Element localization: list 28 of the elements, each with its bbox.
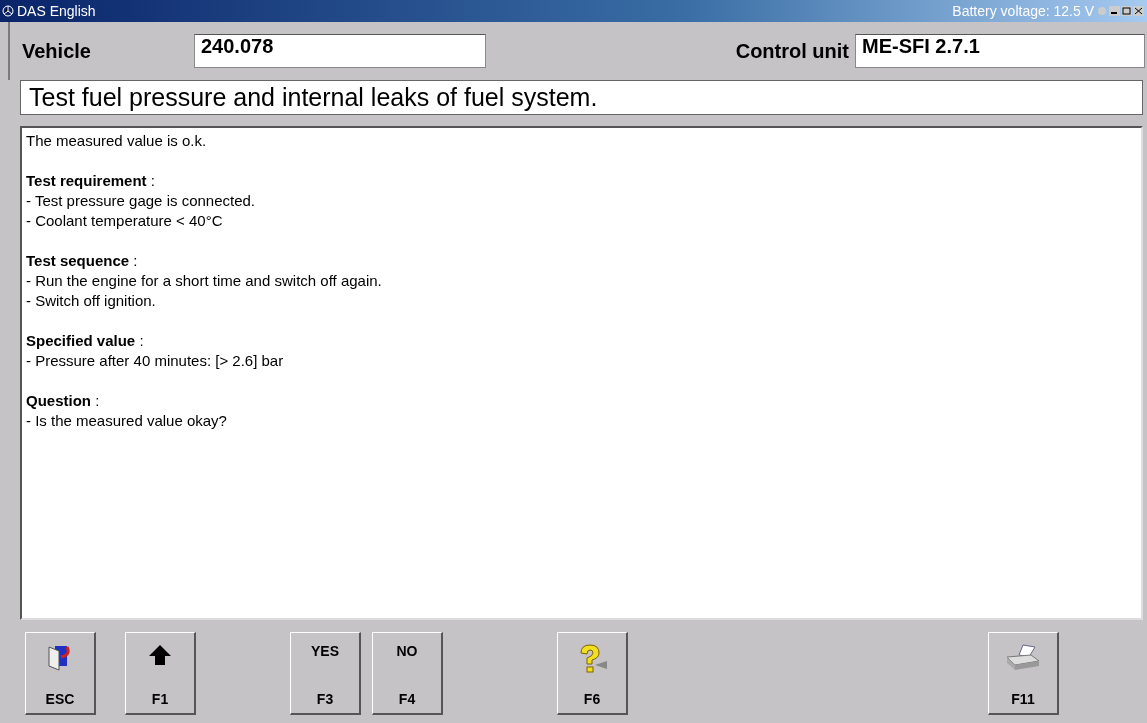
battery-voltage: Battery voltage: 12.5 V: [952, 3, 1094, 19]
window-controls-icon[interactable]: [1097, 5, 1145, 17]
function-key-button[interactable]: NO F4: [372, 632, 443, 715]
star-logo-icon: [2, 5, 14, 17]
function-key-button[interactable]: F6: [557, 632, 628, 715]
function-key-button[interactable]: F1: [125, 632, 196, 715]
up-arrow-icon: [148, 643, 172, 667]
vehicle-label: Vehicle: [22, 39, 92, 63]
function-key-button[interactable]: F11: [988, 632, 1059, 715]
window-title: DAS English: [17, 3, 96, 19]
result-text: The measured value is o.k.: [26, 131, 208, 151]
section-line: - Test pressure gage is connected.: [26, 191, 257, 211]
section-heading: Test requirement :: [26, 171, 156, 191]
door-icon: [47, 643, 73, 671]
section-line: - Run the engine for a short time and switch off again.: [26, 271, 383, 291]
section-line: - Coolant temperature < 40°C: [26, 211, 224, 231]
control-unit-label: Control unit: [735, 39, 849, 63]
control-unit-field: ME-SFI 2.7.1: [855, 34, 1145, 68]
function-key-button[interactable]: YES F3: [290, 632, 361, 715]
vehicle-field: 240.078: [194, 34, 486, 68]
section-line: - Switch off ignition.: [26, 291, 157, 311]
section-heading: Specified value :: [26, 331, 145, 351]
test-title: Test fuel pressure and internal leaks of fuel system.: [20, 80, 1143, 115]
section-heading: Question :: [26, 391, 101, 411]
function-key-button[interactable]: ESC: [25, 632, 96, 715]
section-line: - Pressure after 40 minutes: [> 2.6] bar: [26, 351, 285, 371]
section-heading: Test sequence :: [26, 251, 139, 271]
section-line: - Is the measured value okay?: [26, 411, 228, 431]
